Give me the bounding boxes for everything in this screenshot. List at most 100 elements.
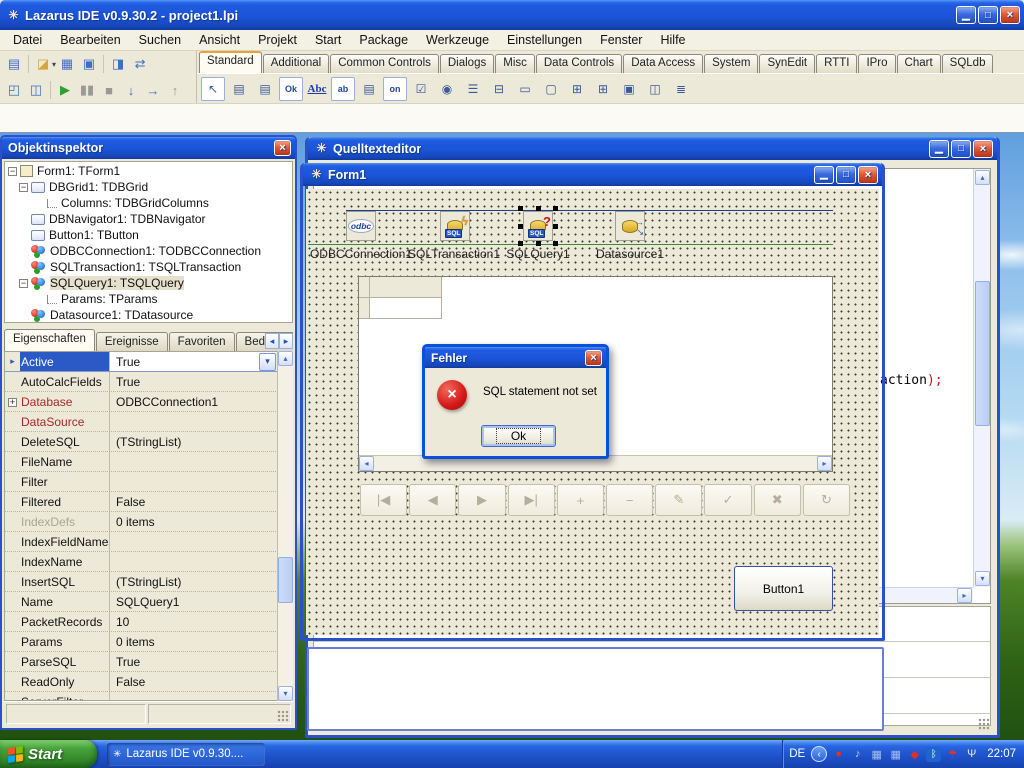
- security-alert-icon[interactable]: ◆: [907, 747, 922, 762]
- button1-control[interactable]: Button1: [734, 566, 833, 611]
- tab-synedit[interactable]: SynEdit: [759, 54, 815, 73]
- property-name[interactable]: InsertSQL: [20, 575, 109, 589]
- selection-handle[interactable]: [518, 224, 523, 229]
- menu-einstellungen[interactable]: Einstellungen: [498, 31, 591, 49]
- form-close-button[interactable]: ×: [858, 166, 878, 184]
- property-value[interactable]: [109, 452, 276, 471]
- property-row-name[interactable]: Name SQLQuery1: [5, 592, 292, 612]
- nav-prior-button[interactable]: ◀: [409, 484, 456, 516]
- messages-panel[interactable]: [307, 647, 884, 731]
- step-out-icon[interactable]: ↑: [164, 79, 186, 101]
- tmainmenu-icon[interactable]: ▤: [227, 77, 251, 101]
- tree-item-odbcconnection1[interactable]: ODBCConnection1: TODBCConnection: [5, 243, 292, 259]
- tab-dialogs[interactable]: Dialogs: [440, 54, 494, 73]
- view-forms-icon[interactable]: ◫: [25, 79, 47, 101]
- menu-start[interactable]: Start: [306, 31, 350, 49]
- tlabel-icon[interactable]: Abc: [305, 77, 329, 101]
- property-row-params[interactable]: Params 0 items: [5, 632, 292, 652]
- nav-first-button[interactable]: |◀: [360, 484, 407, 516]
- tab-sqldb[interactable]: SQLdb: [942, 54, 994, 73]
- property-name[interactable]: PacketRecords: [20, 615, 109, 629]
- tmemo-icon[interactable]: ▤: [357, 77, 381, 101]
- nav-next-button[interactable]: ▶: [458, 484, 505, 516]
- property-row-insertsql[interactable]: InsertSQL (TStringList): [5, 572, 292, 592]
- scroll-thumb[interactable]: [278, 557, 293, 603]
- save-all-icon[interactable]: ▣: [78, 53, 100, 75]
- resize-grip[interactable]: [277, 710, 290, 723]
- scroll-right-icon[interactable]: ▸: [817, 456, 832, 471]
- property-value[interactable]: 0 items: [109, 632, 276, 651]
- menu-datei[interactable]: Datei: [4, 31, 51, 49]
- nav-insert-button[interactable]: +: [557, 484, 604, 516]
- nav-edit-button[interactable]: ✎: [655, 484, 702, 516]
- property-name[interactable]: Params: [20, 635, 109, 649]
- menu-werkzeuge[interactable]: Werkzeuge: [417, 31, 498, 49]
- property-name[interactable]: Database: [20, 395, 109, 409]
- property-name[interactable]: Name: [20, 595, 109, 609]
- tree-item-button1[interactable]: Button1: TButton: [5, 227, 292, 243]
- editor-maximize-button[interactable]: □: [951, 140, 971, 158]
- property-row-filtered[interactable]: Filtered False: [5, 492, 292, 512]
- tab-additional[interactable]: Additional: [263, 54, 330, 73]
- property-name[interactable]: Filtered: [20, 495, 109, 509]
- ok-button[interactable]: Ok: [481, 425, 556, 447]
- maximize-button[interactable]: □: [978, 6, 998, 24]
- property-value[interactable]: False: [109, 672, 276, 691]
- scroll-down-icon[interactable]: ▾: [278, 686, 293, 701]
- inspector-titlebar[interactable]: Objektinspektor ×: [2, 137, 295, 159]
- property-name[interactable]: ReadOnly: [20, 675, 109, 689]
- inspector-close-button[interactable]: ×: [274, 140, 291, 156]
- tree-item-params[interactable]: Params: TParams: [5, 291, 292, 307]
- property-value[interactable]: False: [109, 492, 276, 511]
- selection-handle[interactable]: [553, 241, 558, 246]
- red-ball-icon[interactable]: ●: [831, 747, 846, 762]
- tab-common-controls[interactable]: Common Controls: [330, 54, 439, 73]
- property-name[interactable]: FileName: [20, 455, 109, 469]
- stop-icon[interactable]: ■: [98, 79, 120, 101]
- property-value[interactable]: 10: [109, 612, 276, 631]
- editor-close-button[interactable]: ×: [973, 140, 993, 158]
- property-name[interactable]: IndexFieldNames: [20, 535, 109, 549]
- property-value[interactable]: [109, 472, 276, 491]
- tab-scroll-right-icon[interactable]: ▸: [279, 333, 293, 349]
- collapse-icon[interactable]: −: [19, 183, 28, 192]
- property-row-deletesql[interactable]: DeleteSQL (TStringList): [5, 432, 292, 452]
- odbcconnection1-component[interactable]: odbc: [346, 211, 376, 241]
- tab-chart[interactable]: Chart: [897, 54, 941, 73]
- property-row-clipped[interactable]: ServerFilter: [5, 692, 292, 701]
- avira-antivirus-icon[interactable]: ☂: [945, 747, 960, 762]
- property-row-filename[interactable]: FileName: [5, 452, 292, 472]
- property-value[interactable]: True: [109, 652, 276, 671]
- tactionlist-icon[interactable]: ≣: [669, 77, 693, 101]
- cursor-tool-icon[interactable]: ↖: [201, 77, 225, 101]
- tab-data-access[interactable]: Data Access: [623, 54, 703, 73]
- step-into-icon[interactable]: ↓: [120, 79, 142, 101]
- selection-handle[interactable]: [536, 241, 541, 246]
- editor-titlebar[interactable]: ✳ Quelltexteditor ▁ □ ×: [308, 137, 997, 160]
- tscrollbar-icon[interactable]: ▭: [513, 77, 537, 101]
- tradiogroup-icon[interactable]: ⊞: [565, 77, 589, 101]
- run-icon[interactable]: ▶: [54, 79, 76, 101]
- property-row-filter[interactable]: Filter: [5, 472, 292, 492]
- tcheckgroup-icon[interactable]: ⊞: [591, 77, 615, 101]
- tab-ipro[interactable]: IPro: [858, 54, 895, 73]
- language-indicator[interactable]: DE: [789, 748, 805, 760]
- tab-eigenschaften[interactable]: Eigenschaften: [4, 329, 95, 351]
- new-unit-icon[interactable]: ▤: [3, 53, 25, 75]
- selection-handle[interactable]: [553, 224, 558, 229]
- property-value[interactable]: True: [109, 372, 276, 391]
- step-over-icon[interactable]: →: [142, 79, 164, 101]
- property-grid-scrollbar[interactable]: ▴ ▾: [277, 351, 293, 701]
- tradiobutton-icon[interactable]: ◉: [435, 77, 459, 101]
- tab-system[interactable]: System: [704, 54, 758, 73]
- property-name[interactable]: Active: [20, 352, 109, 371]
- new-form-icon[interactable]: ◰: [3, 79, 25, 101]
- property-row-indexfieldnames[interactable]: IndexFieldNames: [5, 532, 292, 552]
- value-dropdown-icon[interactable]: ▾: [259, 353, 276, 371]
- tab-scroll-left-icon[interactable]: ◂: [265, 333, 279, 349]
- property-value[interactable]: [109, 532, 276, 551]
- property-name[interactable]: DeleteSQL: [20, 435, 109, 449]
- tedit-icon[interactable]: ab: [331, 77, 355, 101]
- property-row-packetrecords[interactable]: PacketRecords 10: [5, 612, 292, 632]
- tree-item-sqltransaction1[interactable]: SQLTransaction1: TSQLTransaction: [5, 259, 292, 275]
